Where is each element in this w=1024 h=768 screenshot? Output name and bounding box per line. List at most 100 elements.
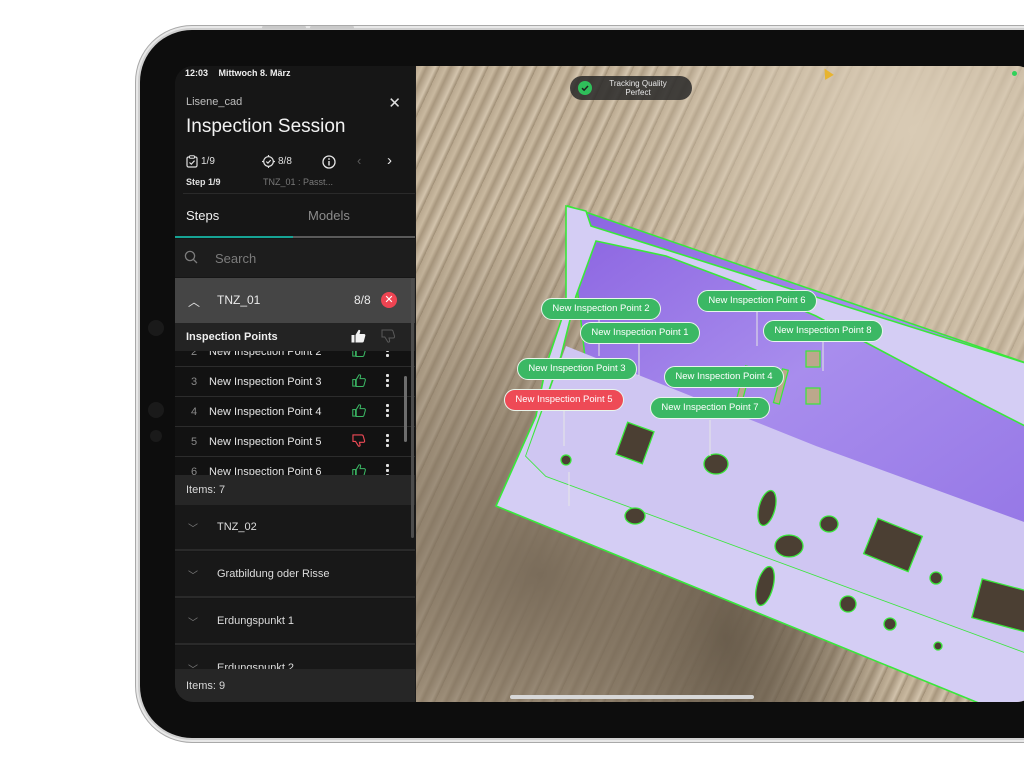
row-name: New Inspection Point 6 <box>209 466 322 475</box>
more-options-icon[interactable] <box>386 404 390 419</box>
steps-progress: 1/9 <box>186 155 215 168</box>
page-title: Inspection Session <box>186 116 346 137</box>
info-button[interactable] <box>322 155 336 169</box>
thumbs-down-filter-icon[interactable] <box>381 329 396 343</box>
step-group-item[interactable]: ﹀ TNZ_02 <box>175 505 415 551</box>
status-bar: 12:03 Mittwoch 8. März <box>185 68 299 78</box>
points-progress-value: 8/8 <box>278 156 292 167</box>
close-icon: ✕ <box>388 95 401 112</box>
step-group-count: 8/8 <box>354 293 371 307</box>
clipboard-check-icon <box>186 155 198 168</box>
items-count: Items: 7 <box>186 484 226 496</box>
ar-camera-view[interactable]: Tracking Quality Perfect New Inspection … <box>416 66 1024 702</box>
volume-button <box>310 26 354 29</box>
step-group-item[interactable]: ﹀ Erdungspunkt 1 <box>175 599 415 645</box>
row-number: 6 <box>191 466 198 475</box>
search-input[interactable] <box>215 247 395 269</box>
chevron-down-icon: ﹀ <box>188 571 198 582</box>
row-name: New Inspection Point 2 <box>209 351 322 358</box>
next-step-button[interactable]: › <box>387 152 392 169</box>
thumbs-up-icon[interactable] <box>352 351 366 357</box>
current-step-name: TNZ_01 : Passt... <box>263 177 334 187</box>
list-item[interactable]: 6 New Inspection Point 6 <box>175 457 415 475</box>
points-progress: 8/8 <box>262 155 292 168</box>
inspection-points-label: Inspection Points <box>186 331 278 343</box>
ar-tag-inspection-point-5[interactable]: New Inspection Point 5 <box>504 389 624 411</box>
ar-tag-inspection-point-1[interactable]: New Inspection Point 1 <box>580 322 700 344</box>
ar-tag-inspection-point-6[interactable]: New Inspection Point 6 <box>697 290 817 312</box>
steps-footer: Items: 9 <box>175 669 415 702</box>
inspection-points-header: Inspection Points <box>175 323 415 351</box>
camera-lens <box>148 402 164 418</box>
step-label: Step 1/9 <box>186 177 221 187</box>
inspection-points-list: 2 New Inspection Point 2 3 New Inspectio… <box>175 351 415 475</box>
active-tab-indicator <box>175 236 293 238</box>
steps-items-count: Items: 9 <box>186 680 226 692</box>
previous-step-button[interactable]: ‹ <box>357 153 361 168</box>
tab-steps[interactable]: Steps <box>186 208 219 223</box>
status-time: 12:03 <box>185 68 209 78</box>
info-icon <box>322 155 336 169</box>
row-name: New Inspection Point 5 <box>209 436 322 448</box>
row-number: 5 <box>191 436 198 448</box>
tracking-quality-value: Perfect <box>625 88 651 97</box>
more-options-icon[interactable] <box>386 374 390 389</box>
divider <box>183 193 415 194</box>
volume-button <box>262 26 306 29</box>
tab-divider <box>293 236 415 238</box>
chevron-down-icon: ﹀ <box>188 618 198 629</box>
step-group-tnz01[interactable]: ︿ TNZ_01 8/8 ✕ <box>175 278 415 323</box>
ar-tag-inspection-point-4[interactable]: New Inspection Point 4 <box>664 366 784 388</box>
ar-tag-inspection-point-7[interactable]: New Inspection Point 7 <box>650 397 770 419</box>
chevron-left-icon: ‹ <box>357 153 362 168</box>
step-group-name: TNZ_01 <box>217 293 261 307</box>
more-options-icon[interactable] <box>386 434 390 449</box>
row-name: New Inspection Point 3 <box>209 376 322 388</box>
inspection-sidebar: 12:03 Mittwoch 8. März Lisene_cad ✕ Insp… <box>175 66 415 702</box>
home-indicator[interactable] <box>510 695 754 699</box>
row-number: 2 <box>191 351 198 358</box>
chevron-up-icon: ︿ <box>188 295 201 309</box>
search-icon <box>184 250 198 264</box>
thumbs-up-icon[interactable] <box>352 464 366 475</box>
tab-bar: Steps Models <box>175 196 415 238</box>
chevron-down-icon: ﹀ <box>188 524 198 535</box>
tracking-quality-badge: Tracking Quality Perfect <box>570 76 692 100</box>
status-date: Mittwoch 8. März <box>218 68 291 78</box>
fail-status-icon: ✕ <box>381 292 397 308</box>
ar-tag-inspection-point-2[interactable]: New Inspection Point 2 <box>541 298 661 320</box>
camera-in-use-indicator <box>1012 71 1017 76</box>
inspection-points-footer: Items: 7 <box>175 475 415 505</box>
screen: 12:03 Mittwoch 8. März Lisene_cad ✕ Insp… <box>175 66 1024 702</box>
list-item[interactable]: 4 New Inspection Point 4 <box>175 397 415 427</box>
list-item[interactable]: 5 New Inspection Point 5 <box>175 427 415 457</box>
ar-tag-inspection-point-8[interactable]: New Inspection Point 8 <box>763 320 883 342</box>
thumbs-up-icon[interactable] <box>352 404 366 417</box>
row-name: New Inspection Point 4 <box>209 406 322 418</box>
step-name: Erdungspunkt 1 <box>217 615 295 627</box>
thumbs-down-icon[interactable] <box>352 434 366 447</box>
camera-sensor <box>148 320 164 336</box>
model-name: Lisene_cad <box>186 96 243 108</box>
thumbs-up-icon[interactable] <box>352 374 366 387</box>
chevron-right-icon: › <box>387 152 392 169</box>
close-button[interactable]: ✕ <box>388 94 401 112</box>
list-item[interactable]: 3 New Inspection Point 3 <box>175 367 415 397</box>
steps-progress-value: 1/9 <box>201 156 215 167</box>
more-options-icon[interactable] <box>386 351 390 359</box>
sidebar-scrollbar[interactable] <box>411 278 414 538</box>
camera-flash <box>150 430 162 442</box>
step-group-item[interactable]: ﹀ Gratbildung oder Risse <box>175 552 415 598</box>
target-check-icon <box>262 155 275 168</box>
tracking-quality-label: Tracking Quality <box>609 79 667 88</box>
step-name: TNZ_02 <box>217 521 257 533</box>
more-options-icon[interactable] <box>386 464 390 475</box>
list-item[interactable]: 2 New Inspection Point 2 <box>175 351 415 367</box>
tab-models[interactable]: Models <box>308 208 350 223</box>
inspection-points-scrollbar[interactable] <box>404 376 407 442</box>
ar-tag-inspection-point-3[interactable]: New Inspection Point 3 <box>517 358 637 380</box>
row-number: 3 <box>191 376 198 388</box>
thumbs-up-filter-icon[interactable] <box>351 329 366 343</box>
search-bar <box>175 239 415 277</box>
row-number: 4 <box>191 406 198 418</box>
